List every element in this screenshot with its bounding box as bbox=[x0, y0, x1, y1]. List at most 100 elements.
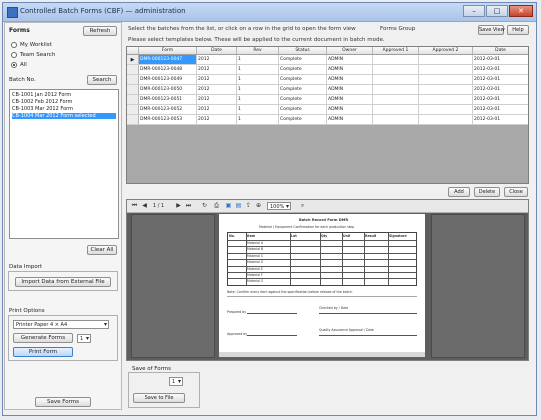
table-cell[interactable]: 2012 bbox=[197, 85, 237, 95]
table-cell[interactable]: 2012-03-01 bbox=[473, 105, 528, 115]
save-count-combo[interactable]: 1 bbox=[169, 377, 183, 386]
table-cell[interactable]: ADMIN bbox=[327, 65, 373, 75]
table-cell[interactable]: DMR-000123-0048 bbox=[139, 65, 197, 75]
table-cell[interactable]: DMR-000123-0049 bbox=[139, 75, 197, 85]
print-icon[interactable]: ⎙ bbox=[213, 202, 220, 209]
add-button[interactable]: Add bbox=[448, 187, 470, 197]
import-data-button[interactable]: Import Data from External File bbox=[15, 277, 111, 287]
grid-col-header[interactable]: Form bbox=[139, 47, 197, 55]
table-cell[interactable]: ADMIN bbox=[327, 55, 373, 65]
list-item[interactable]: CB-1002 Feb 2012 Form bbox=[12, 99, 116, 105]
printer-combo[interactable]: Printer Paper 4 × A4 bbox=[13, 320, 109, 329]
print-form-button[interactable]: Print Form bbox=[13, 347, 73, 357]
list-item[interactable]: CB-1001 Jan 2012 Form bbox=[12, 92, 116, 98]
table-cell[interactable] bbox=[419, 115, 473, 125]
zoom-combo[interactable]: 100% bbox=[267, 202, 291, 210]
grid-col-header[interactable]: Status bbox=[279, 47, 327, 55]
help-button[interactable]: Help bbox=[507, 25, 529, 35]
table-cell[interactable]: Complete bbox=[279, 115, 327, 125]
grid-col-header[interactable]: Date bbox=[473, 47, 528, 55]
table-row[interactable]: DMR-000123-0052 2012 1 Complete ADMIN 2012-03… bbox=[127, 105, 528, 115]
next-page-icon[interactable]: ▶ bbox=[175, 202, 182, 209]
table-cell[interactable] bbox=[373, 95, 419, 105]
table-cell[interactable]: ADMIN bbox=[327, 85, 373, 95]
save-to-file-button[interactable]: Save to File bbox=[133, 393, 185, 403]
search-button[interactable]: Search bbox=[87, 75, 117, 85]
close-button[interactable]: ✕ bbox=[509, 5, 533, 17]
table-cell[interactable]: Complete bbox=[279, 105, 327, 115]
table-row[interactable]: DMR-000123-0051 2012 1 Complete ADMIN 2012-03… bbox=[127, 95, 528, 105]
table-cell[interactable]: 1 bbox=[237, 75, 279, 85]
grid-col-header[interactable]: Approved 1 bbox=[373, 47, 419, 55]
table-cell[interactable]: DMR-000123-0053 bbox=[139, 115, 197, 125]
prev-page-icon[interactable]: ◀ bbox=[141, 202, 148, 209]
table-cell[interactable] bbox=[373, 65, 419, 75]
table-cell[interactable] bbox=[419, 75, 473, 85]
layout-icon[interactable]: ▤ bbox=[235, 202, 242, 209]
grid-col-header[interactable]: Date bbox=[197, 47, 237, 55]
export-icon[interactable]: ⇪ bbox=[245, 202, 252, 209]
table-cell[interactable]: 2012 bbox=[197, 115, 237, 125]
grid-col-header[interactable]: Rev bbox=[237, 47, 279, 55]
table-row[interactable]: DMR-000123-0048 2012 1 Complete ADMIN 2012-03… bbox=[127, 65, 528, 75]
table-cell[interactable]: Complete bbox=[279, 95, 327, 105]
table-cell[interactable]: 2012 bbox=[197, 55, 237, 65]
table-cell[interactable]: 2012 bbox=[197, 105, 237, 115]
table-cell[interactable] bbox=[419, 65, 473, 75]
save-view-button[interactable]: Save View bbox=[478, 25, 505, 35]
table-cell[interactable]: 2012-03-01 bbox=[473, 85, 528, 95]
table-cell[interactable]: Complete bbox=[279, 85, 327, 95]
batch-listbox[interactable]: CB-1001 Jan 2012 Form CB-1002 Feb 2012 F… bbox=[9, 89, 119, 239]
table-cell[interactable]: 2012-03-01 bbox=[473, 55, 528, 65]
table-cell[interactable]: 2012-03-01 bbox=[473, 65, 528, 75]
table-cell[interactable] bbox=[373, 75, 419, 85]
table-cell[interactable]: 2012 bbox=[197, 75, 237, 85]
table-cell[interactable]: 2012-03-01 bbox=[473, 115, 528, 125]
last-page-icon[interactable]: ⏭ bbox=[185, 202, 192, 209]
table-cell[interactable]: ADMIN bbox=[327, 75, 373, 85]
table-cell[interactable]: 1 bbox=[237, 115, 279, 125]
table-cell[interactable]: DMR-000123-0050 bbox=[139, 85, 197, 95]
table-cell[interactable] bbox=[373, 115, 419, 125]
table-cell[interactable]: Complete bbox=[279, 75, 327, 85]
zoom-icon[interactable]: ⊕ bbox=[255, 202, 262, 209]
radio-my-worklist[interactable] bbox=[11, 42, 17, 48]
list-item[interactable]: CB-1003 Mar 2012 Form bbox=[12, 106, 116, 112]
table-row[interactable]: ▶ DMR-000123-0047 2012 1 Complete ADMIN 2012-0… bbox=[127, 55, 528, 65]
table-cell[interactable] bbox=[419, 85, 473, 95]
close-grid-button[interactable]: Close bbox=[504, 187, 528, 197]
radio-all[interactable] bbox=[11, 62, 17, 68]
table-cell[interactable]: 2012 bbox=[197, 65, 237, 75]
first-page-icon[interactable]: ⏮ bbox=[131, 202, 138, 209]
page-setup-icon[interactable]: ▣ bbox=[225, 202, 232, 209]
grid-col-header[interactable]: Owner bbox=[327, 47, 373, 55]
table-row[interactable]: DMR-000123-0053 2012 1 Complete ADMIN 2012-03… bbox=[127, 115, 528, 125]
delete-button[interactable]: Delete bbox=[474, 187, 500, 197]
clear-all-button[interactable]: Clear All bbox=[87, 245, 117, 255]
find-icon[interactable]: ⌕ bbox=[299, 202, 306, 209]
table-cell[interactable]: 1 bbox=[237, 65, 279, 75]
table-cell[interactable]: 1 bbox=[237, 85, 279, 95]
copies-combo[interactable]: 1 bbox=[77, 334, 91, 343]
table-cell[interactable] bbox=[373, 85, 419, 95]
table-cell[interactable]: ADMIN bbox=[327, 105, 373, 115]
form-viewer[interactable]: ⏮ ◀ 1 / 1 ▶ ⏭ ↻ ⎙ ▣ ▤ ⇪ ⊕ 100% ⌕ Batch R… bbox=[126, 199, 529, 361]
table-cell[interactable]: DMR-000123-0047 bbox=[139, 55, 197, 65]
table-cell[interactable] bbox=[419, 55, 473, 65]
minimize-button[interactable]: – bbox=[463, 5, 485, 17]
table-cell[interactable]: ADMIN bbox=[327, 95, 373, 105]
table-cell[interactable] bbox=[419, 95, 473, 105]
table-cell[interactable]: 1 bbox=[237, 105, 279, 115]
viewer-scrollbar[interactable] bbox=[219, 352, 425, 357]
table-cell[interactable] bbox=[419, 105, 473, 115]
list-item-selected[interactable]: CB-1004 Mar 2012 Form selected bbox=[12, 113, 116, 119]
table-cell[interactable]: 2012-03-01 bbox=[473, 95, 528, 105]
table-cell[interactable]: ADMIN bbox=[327, 115, 373, 125]
table-cell[interactable]: 1 bbox=[237, 55, 279, 65]
table-cell[interactable]: 2012-03-01 bbox=[473, 75, 528, 85]
refresh-button[interactable]: Refresh bbox=[83, 26, 117, 36]
table-cell[interactable]: 1 bbox=[237, 95, 279, 105]
table-cell[interactable] bbox=[373, 55, 419, 65]
table-cell[interactable]: DMR-000123-0051 bbox=[139, 95, 197, 105]
save-forms-button[interactable]: Save Forms bbox=[35, 397, 91, 407]
